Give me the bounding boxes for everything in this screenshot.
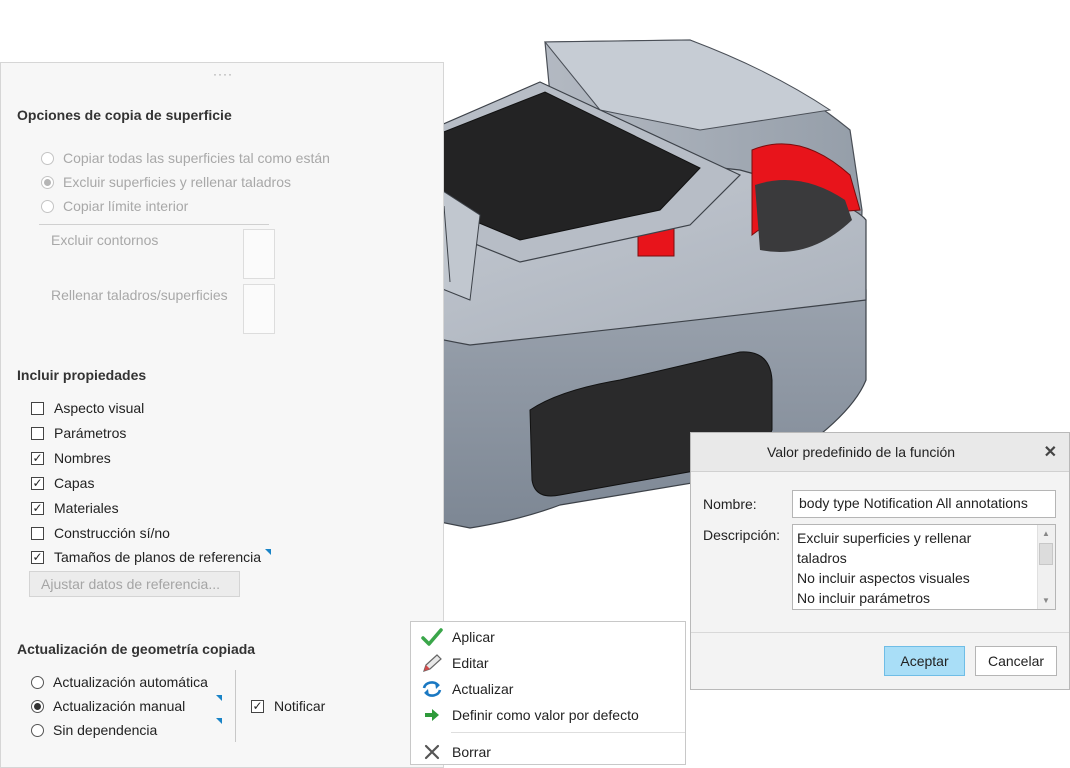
fill-holes-collector[interactable]: [243, 284, 275, 334]
radio-label: Actualización manual: [53, 698, 186, 714]
checkbox-names[interactable]: ✓ Nombres: [31, 450, 111, 466]
menu-item-label: Borrar: [452, 744, 491, 760]
menu-item-edit[interactable]: Editar: [411, 650, 685, 676]
checkbox-label: Capas: [54, 475, 95, 491]
properties-title: Incluir propiedades: [17, 367, 147, 383]
radio-copy-all[interactable]: Copiar todas las superficies tal como es…: [41, 150, 330, 166]
accept-button[interactable]: Aceptar: [884, 646, 965, 676]
name-field[interactable]: body type Notification All annotations: [792, 490, 1056, 518]
flyout-indicator-icon: [216, 718, 222, 724]
panel-drag-handle[interactable]: ····: [213, 67, 233, 81]
radio-no-dependency[interactable]: Sin dependencia: [31, 722, 157, 738]
close-icon[interactable]: ✕: [1044, 442, 1057, 462]
radio-button[interactable]: [31, 699, 44, 713]
checkbox-checked[interactable]: ✓: [251, 699, 264, 713]
checkbox[interactable]: [31, 526, 44, 540]
menu-item-label: Aplicar: [452, 629, 495, 645]
checkbox-parameters[interactable]: Parámetros: [31, 425, 126, 441]
options-panel: ···· Opciones de copia de superficie Cop…: [0, 62, 444, 768]
checkbox-label: Notificar: [274, 698, 326, 714]
description-field[interactable]: Excluir superficies y rellenar taladros …: [792, 524, 1056, 610]
checkbox-checked[interactable]: ✓: [31, 451, 44, 465]
radio-label: Copiar todas las superficies tal como es…: [63, 150, 330, 166]
name-label: Nombre:: [703, 496, 757, 512]
radio-button[interactable]: [41, 151, 54, 165]
arrow-right-icon: [417, 707, 447, 723]
checkbox-label: Materiales: [54, 500, 119, 516]
checkbox[interactable]: [31, 426, 44, 440]
description-scrollbar[interactable]: ▲ ▼: [1037, 525, 1055, 609]
update-title: Actualización de geometría copiada: [17, 641, 256, 657]
description-line: No incluir parámetros: [797, 590, 931, 606]
checkbox-construction[interactable]: Construcción sí/no: [31, 525, 170, 541]
cancel-button[interactable]: Cancelar: [975, 646, 1057, 676]
description-text: Excluir superficies y rellenar taladros …: [797, 528, 1035, 608]
checkbox-label: Nombres: [54, 450, 111, 466]
dialog-title: Valor predefinido de la función: [766, 444, 956, 460]
menu-separator: [451, 732, 685, 733]
checkbox-label: Construcción sí/no: [54, 525, 170, 541]
adjust-reference-button[interactable]: Ajustar datos de referencia...: [29, 571, 240, 597]
checkbox-materials[interactable]: ✓ Materiales: [31, 500, 119, 516]
checkbox-datum-sizes[interactable]: ✓ Tamaños de planos de referencia: [31, 549, 261, 565]
menu-item-apply[interactable]: Aplicar: [411, 624, 685, 650]
radio-label: Excluir superficies y rellenar taladros: [63, 174, 291, 190]
radio-copy-boundary[interactable]: Copiar límite interior: [41, 198, 188, 214]
flyout-indicator-icon: [265, 549, 271, 555]
checkbox-checked[interactable]: ✓: [31, 550, 44, 564]
exclude-contours-label: Excluir contornos: [51, 232, 159, 248]
description-line: Excluir superficies y rellenar: [797, 530, 972, 546]
radio-exclude-fill[interactable]: Excluir superficies y rellenar taladros: [41, 174, 291, 190]
checkbox-visual-aspect[interactable]: Aspecto visual: [31, 400, 144, 416]
checkbox[interactable]: [31, 401, 44, 415]
surface-copy-title: Opciones de copia de superficie: [17, 107, 232, 123]
dialog-titlebar[interactable]: Valor predefinido de la función ✕: [691, 433, 1069, 472]
checkbox-label: Tamaños de planos de referencia: [54, 549, 262, 565]
divider: [39, 224, 269, 225]
checkbox-layers[interactable]: ✓ Capas: [31, 475, 94, 491]
dialog-divider: [691, 632, 1069, 633]
radio-manual-update[interactable]: Actualización manual: [31, 698, 185, 714]
radio-auto-update[interactable]: Actualización automática: [31, 674, 208, 690]
refresh-icon: [417, 679, 447, 699]
radio-label: Sin dependencia: [53, 722, 158, 738]
scrollbar-thumb[interactable]: [1039, 543, 1053, 565]
description-line: taladros: [797, 550, 847, 566]
scroll-down-icon[interactable]: ▼: [1042, 596, 1050, 605]
menu-item-label: Definir como valor por defecto: [452, 707, 639, 723]
menu-item-label: Actualizar: [452, 681, 514, 697]
radio-button[interactable]: [41, 175, 54, 189]
radio-label: Actualización automática: [53, 674, 208, 690]
menu-item-update[interactable]: Actualizar: [411, 676, 685, 702]
menu-item-delete[interactable]: Borrar: [411, 739, 685, 765]
flyout-indicator-icon: [216, 695, 222, 701]
radio-button[interactable]: [41, 199, 54, 213]
radio-label: Copiar límite interior: [63, 198, 189, 214]
context-menu: Aplicar Editar Actualizar Definir como v…: [410, 621, 686, 765]
vertical-divider: [235, 670, 236, 742]
exclude-contours-collector[interactable]: [243, 229, 275, 279]
menu-item-set-default[interactable]: Definir como valor por defecto: [411, 702, 685, 728]
feature-default-dialog: Valor predefinido de la función ✕ Nombre…: [690, 432, 1070, 690]
pencil-icon: [417, 653, 447, 673]
scroll-up-icon[interactable]: ▲: [1042, 529, 1050, 538]
checkbox-checked[interactable]: ✓: [31, 476, 44, 490]
checkbox-label: Parámetros: [54, 425, 127, 441]
radio-button[interactable]: [31, 675, 44, 689]
checkbox-checked[interactable]: ✓: [31, 501, 44, 515]
checkmark-icon: [417, 628, 447, 646]
checkbox-notify[interactable]: ✓ Notificar: [251, 698, 325, 714]
description-label: Descripción:: [703, 527, 781, 543]
fill-holes-label: Rellenar taladros/superficies: [51, 287, 228, 303]
checkbox-label: Aspecto visual: [54, 400, 145, 416]
close-x-icon: [417, 743, 447, 761]
menu-item-label: Editar: [452, 655, 489, 671]
description-line: No incluir aspectos visuales: [797, 570, 970, 586]
radio-button[interactable]: [31, 723, 44, 737]
